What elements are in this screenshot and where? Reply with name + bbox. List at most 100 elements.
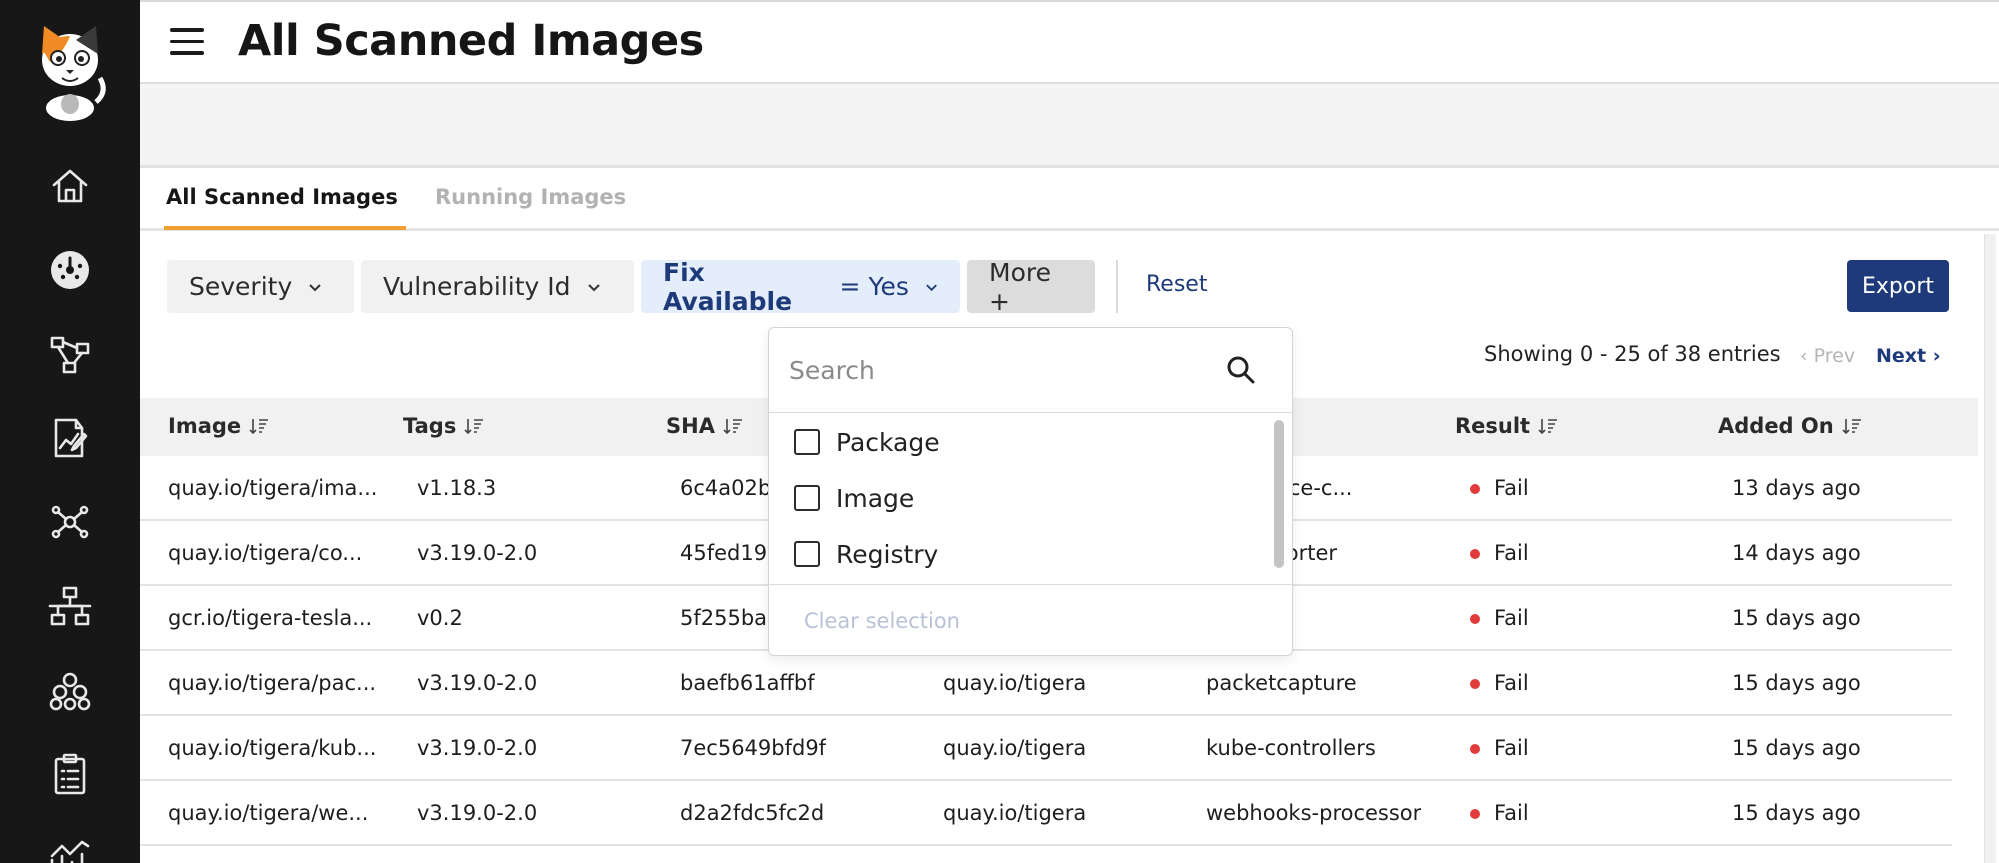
cell-tag: v3.19.0-2.0 xyxy=(417,736,538,760)
tab-all-scanned-images[interactable]: All Scanned Images xyxy=(166,185,398,209)
fix-available-value: Yes xyxy=(868,272,909,301)
top-header: All Scanned Images xyxy=(140,0,1999,84)
cat-logo[interactable] xyxy=(34,22,106,122)
severity-filter[interactable]: Severity xyxy=(167,260,354,313)
column-header-label: Tags xyxy=(403,414,457,438)
cell-result: Fail xyxy=(1494,736,1529,760)
cell-sha: d2a2fdc5fc2d xyxy=(680,801,825,825)
cell-sha: 5f255ba xyxy=(680,606,768,630)
filter-divider xyxy=(1116,260,1118,313)
dropdown-search-input[interactable] xyxy=(789,348,1209,392)
header-band xyxy=(140,84,1999,168)
fail-status-dot xyxy=(1470,679,1480,689)
cell-result: Fail xyxy=(1494,476,1529,500)
more-filters-button[interactable]: More + xyxy=(967,258,1095,316)
cell-image: quay.io/tigera/kub... xyxy=(168,736,377,760)
tab-bar: All Scanned Images Running Images xyxy=(140,171,1999,231)
option-registry[interactable]: Registry xyxy=(794,534,938,574)
reset-link[interactable]: Reset xyxy=(1146,272,1207,297)
workflow-icon[interactable] xyxy=(46,330,94,378)
home-icon[interactable] xyxy=(46,162,94,210)
page-scrollbar[interactable] xyxy=(1984,234,1996,863)
chevron-down-icon xyxy=(587,283,600,291)
chevron-down-icon xyxy=(926,283,937,291)
option-label: Registry xyxy=(836,539,939,569)
dropdown-footer: Clear selection xyxy=(769,584,1292,656)
cell-added-on: 15 days ago xyxy=(1732,736,1861,760)
cell-added-on: 15 days ago xyxy=(1732,801,1861,825)
cell-sha: 6c4a02b xyxy=(680,476,772,500)
table-row[interactable]: quay.io/tigera/we... v3.19.0-2.0 d2a2fdc… xyxy=(140,781,1952,846)
more-filters-dropdown: Package Image Registry Clear selection xyxy=(768,327,1293,656)
column-header-label: Image xyxy=(168,414,242,438)
option-package[interactable]: Package xyxy=(794,422,940,462)
column-header-tags[interactable]: Tags xyxy=(403,414,484,438)
cell-tag: v1.18.3 xyxy=(417,476,497,500)
cluster-icon[interactable] xyxy=(46,666,94,714)
chevron-right-icon: › xyxy=(1926,345,1941,367)
fix-available-equals: = xyxy=(839,272,861,301)
fail-status-dot xyxy=(1470,614,1480,624)
clear-selection-link[interactable]: Clear selection xyxy=(804,609,960,633)
prev-page-link[interactable]: ‹ Prev xyxy=(1800,345,1855,367)
column-header-result[interactable]: Result xyxy=(1455,414,1558,438)
vulnerability-id-filter[interactable]: Vulnerability Id xyxy=(361,260,634,313)
cell-result: Fail xyxy=(1494,606,1529,630)
column-header-sha[interactable]: SHA xyxy=(666,414,743,438)
sort-icon xyxy=(1842,419,1861,435)
table-row[interactable]: quay.io/tigera/kub... v3.19.0-2.0 7ec564… xyxy=(140,716,1952,781)
page-title: All Scanned Images xyxy=(238,16,704,66)
cell-added-on: 15 days ago xyxy=(1732,606,1861,630)
sidebar xyxy=(0,0,140,863)
chevron-down-icon xyxy=(309,283,321,291)
cell-tag: v0.2 xyxy=(417,606,463,630)
network-icon[interactable] xyxy=(46,582,94,630)
active-tab-indicator xyxy=(164,226,406,230)
column-header-label: Result xyxy=(1455,414,1531,438)
hamburger-menu-icon[interactable] xyxy=(170,28,206,58)
option-image[interactable]: Image xyxy=(794,478,914,518)
option-label: Package xyxy=(836,427,940,457)
next-label: Next xyxy=(1876,345,1927,367)
option-label: Image xyxy=(836,483,915,513)
cell-added-on: 14 days ago xyxy=(1732,541,1861,565)
export-button[interactable]: Export xyxy=(1847,260,1949,312)
cell-registry: quay.io/tigera xyxy=(943,736,1087,760)
prev-label: Prev xyxy=(1813,345,1856,367)
checkbox[interactable] xyxy=(794,429,820,455)
cell-tag: v3.19.0-2.0 xyxy=(417,671,538,695)
tab-running-images[interactable]: Running Images xyxy=(435,185,626,209)
chevron-left-icon: ‹ xyxy=(1800,345,1814,367)
entries-count: Showing 0 - 25 of 38 entries xyxy=(1484,342,1781,366)
checkbox[interactable] xyxy=(794,485,820,511)
sort-icon xyxy=(1538,419,1558,435)
dashboard-icon[interactable] xyxy=(46,246,94,294)
cell-registry: quay.io/tigera xyxy=(943,671,1087,695)
column-header-label: SHA xyxy=(666,414,715,438)
dropdown-scrollbar[interactable] xyxy=(1274,420,1284,568)
next-page-link[interactable]: Next › xyxy=(1876,345,1941,367)
sort-icon xyxy=(249,419,269,435)
cell-sha: baefb61affbf xyxy=(680,671,815,695)
column-header-image[interactable]: Image xyxy=(168,414,269,438)
report-icon[interactable] xyxy=(46,414,94,462)
cell-image: quay.io/tigera/we... xyxy=(168,801,369,825)
cell-repository: packetcapture xyxy=(1206,671,1357,695)
checkbox[interactable] xyxy=(794,541,820,567)
fix-available-filter[interactable]: Fix Available = Yes xyxy=(641,258,960,316)
clipboard-icon[interactable] xyxy=(46,750,94,798)
chart-icon[interactable] xyxy=(46,834,94,863)
cell-registry: quay.io/tigera xyxy=(943,801,1087,825)
cell-image: quay.io/tigera/pac... xyxy=(168,671,377,695)
column-header-added-on[interactable]: Added On xyxy=(1718,414,1862,438)
dropdown-search-area xyxy=(769,328,1292,413)
graph-icon[interactable] xyxy=(46,498,94,546)
table-row[interactable]: quay.io/tigera/pac... v3.19.0-2.0 baefb6… xyxy=(140,651,1952,716)
cell-image: quay.io/tigera/co... xyxy=(168,541,363,565)
cell-tag: v3.19.0-2.0 xyxy=(417,801,538,825)
fail-status-dot xyxy=(1470,549,1480,559)
cell-result: Fail xyxy=(1494,541,1529,565)
vulnerability-id-filter-label: Vulnerability Id xyxy=(383,272,571,301)
search-icon[interactable] xyxy=(1225,354,1257,386)
cell-sha: 7ec5649bfd9f xyxy=(680,736,827,760)
